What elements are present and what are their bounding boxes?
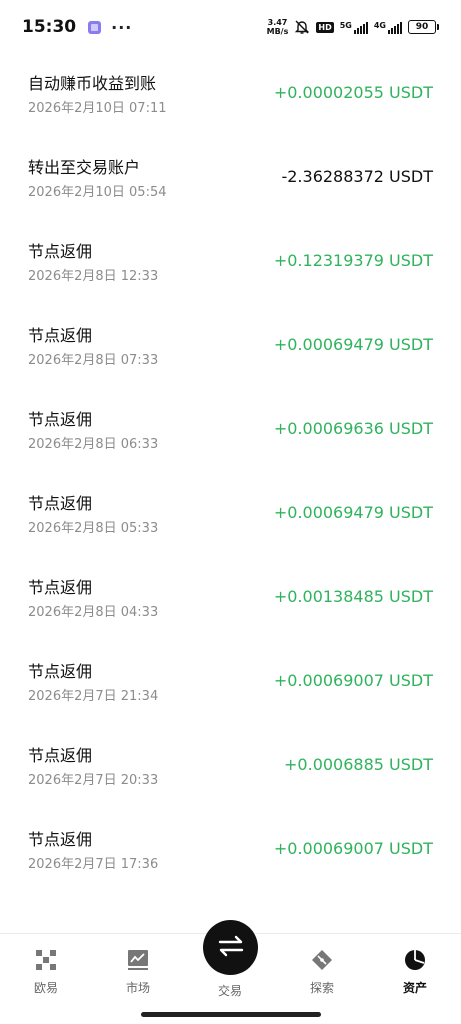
bell-muted-icon bbox=[294, 19, 310, 35]
okx-logo-icon bbox=[34, 948, 58, 972]
transaction-amount: +0.00069479 USDT bbox=[273, 335, 433, 354]
transaction-row[interactable]: 节点返佣 2026年2月7日 20:33 +0.0006885 USDT bbox=[0, 726, 461, 810]
transaction-title: 节点返佣 bbox=[28, 578, 93, 597]
transaction-list: 自动赚币收益到账 2026年2月10日 07:11 +0.00002055 US… bbox=[0, 54, 461, 894]
transaction-time: 2026年2月10日 05:54 bbox=[28, 185, 167, 200]
network-speed: 3.47 MB/s bbox=[267, 18, 289, 36]
transaction-row[interactable]: 节点返佣 2026年2月7日 21:34 +0.00069007 USDT bbox=[0, 642, 461, 726]
pie-chart-icon bbox=[403, 948, 427, 972]
signal-5g-label: 5G bbox=[339, 20, 352, 30]
transaction-amount: +0.12319379 USDT bbox=[273, 251, 433, 270]
transaction-amount: +0.00138485 USDT bbox=[273, 587, 433, 606]
compass-icon bbox=[310, 948, 334, 972]
transaction-title: 节点返佣 bbox=[28, 410, 93, 429]
signal-4g-label: 4G bbox=[373, 20, 386, 30]
nav-item-market[interactable]: 市场 bbox=[103, 934, 173, 1004]
transaction-amount: +0.00069007 USDT bbox=[273, 839, 433, 858]
nav-label-assets: 资产 bbox=[402, 981, 427, 995]
transaction-amount: +0.00002055 USDT bbox=[273, 83, 433, 102]
battery-level: 90 bbox=[408, 20, 436, 34]
transaction-time: 2026年2月7日 21:34 bbox=[28, 689, 159, 704]
app-root: 15:30 ··· 3.47 MB/s HD 5G 4G 90 自动赚币收益到账… bbox=[0, 0, 461, 1024]
nav-label-market: 市场 bbox=[125, 981, 150, 995]
status-time: 15:30 bbox=[22, 17, 77, 37]
nav-item-assets[interactable]: 资产 bbox=[380, 934, 450, 1004]
more-notifications-icon: ··· bbox=[111, 17, 133, 37]
nav-item-explore[interactable]: 探索 bbox=[287, 934, 357, 1004]
transaction-time: 2026年2月8日 04:33 bbox=[28, 605, 159, 620]
transaction-title: 节点返佣 bbox=[28, 242, 93, 261]
transaction-row[interactable]: 节点返佣 2026年2月8日 06:33 +0.00069636 USDT bbox=[0, 390, 461, 474]
transaction-title: 节点返佣 bbox=[28, 494, 93, 513]
transaction-time: 2026年2月10日 07:11 bbox=[28, 101, 167, 116]
trade-button[interactable] bbox=[203, 920, 258, 975]
signal-4g: 4G bbox=[374, 21, 402, 34]
transaction-title: 自动赚币收益到账 bbox=[28, 74, 157, 93]
transaction-amount: +0.00069479 USDT bbox=[273, 503, 433, 522]
bottom-nav: 欧易 市场 交易 探索 资产 bbox=[0, 920, 461, 1024]
status-indicators: 3.47 MB/s HD 5G 4G 90 bbox=[267, 18, 439, 36]
transaction-amount: +0.00069007 USDT bbox=[273, 671, 433, 690]
transaction-amount: +0.00069636 USDT bbox=[273, 419, 433, 438]
transaction-title: 节点返佣 bbox=[28, 830, 93, 849]
transaction-amount: -2.36288372 USDT bbox=[281, 167, 433, 186]
transaction-row[interactable]: 自动赚币收益到账 2026年2月10日 07:11 +0.00002055 US… bbox=[0, 54, 461, 138]
battery-icon: 90 bbox=[408, 20, 439, 34]
signal-bars-icon bbox=[388, 21, 402, 34]
nav-label-trade[interactable]: 交易 bbox=[200, 982, 260, 999]
signal-5g: 5G bbox=[340, 21, 368, 34]
market-chart-icon bbox=[126, 948, 150, 972]
signal-bars-icon bbox=[353, 21, 368, 34]
transaction-row[interactable]: 节点返佣 2026年2月8日 05:33 +0.00069479 USDT bbox=[0, 474, 461, 558]
transaction-time: 2026年2月8日 07:33 bbox=[28, 353, 159, 368]
transaction-title: 转出至交易账户 bbox=[28, 158, 141, 177]
transaction-time: 2026年2月7日 20:33 bbox=[28, 773, 159, 788]
transaction-time: 2026年2月8日 12:33 bbox=[28, 269, 159, 284]
transaction-row[interactable]: 节点返佣 2026年2月8日 04:33 +0.00138485 USDT bbox=[0, 558, 461, 642]
nav-item-home[interactable]: 欧易 bbox=[11, 934, 81, 1004]
transaction-amount: +0.0006885 USDT bbox=[284, 755, 433, 774]
transaction-time: 2026年2月8日 05:33 bbox=[28, 521, 159, 536]
home-indicator[interactable] bbox=[141, 1012, 321, 1017]
network-speed-unit: MB/s bbox=[266, 27, 289, 36]
hd-badge: HD bbox=[316, 21, 334, 33]
transaction-title: 节点返佣 bbox=[28, 662, 93, 681]
transaction-time: 2026年2月8日 06:33 bbox=[28, 437, 159, 452]
transaction-row[interactable]: 转出至交易账户 2026年2月10日 05:54 -2.36288372 USD… bbox=[0, 138, 461, 222]
transaction-row[interactable]: 节点返佣 2026年2月8日 07:33 +0.00069479 USDT bbox=[0, 306, 461, 390]
transaction-row[interactable]: 节点返佣 2026年2月7日 17:36 +0.00069007 USDT bbox=[0, 810, 461, 894]
transaction-time: 2026年2月7日 17:36 bbox=[28, 857, 159, 872]
transaction-title: 节点返佣 bbox=[28, 746, 93, 765]
transaction-title: 节点返佣 bbox=[28, 326, 93, 345]
nav-label-home: 欧易 bbox=[33, 981, 58, 995]
transaction-row[interactable]: 节点返佣 2026年2月8日 12:33 +0.12319379 USDT bbox=[0, 222, 461, 306]
swap-arrows-icon bbox=[217, 935, 245, 961]
status-bar: 15:30 ··· 3.47 MB/s HD 5G 4G 90 bbox=[0, 0, 461, 54]
network-speed-value: 3.47 bbox=[267, 18, 288, 27]
app-notification-icon bbox=[88, 20, 102, 34]
nav-label-explore: 探索 bbox=[309, 981, 334, 995]
